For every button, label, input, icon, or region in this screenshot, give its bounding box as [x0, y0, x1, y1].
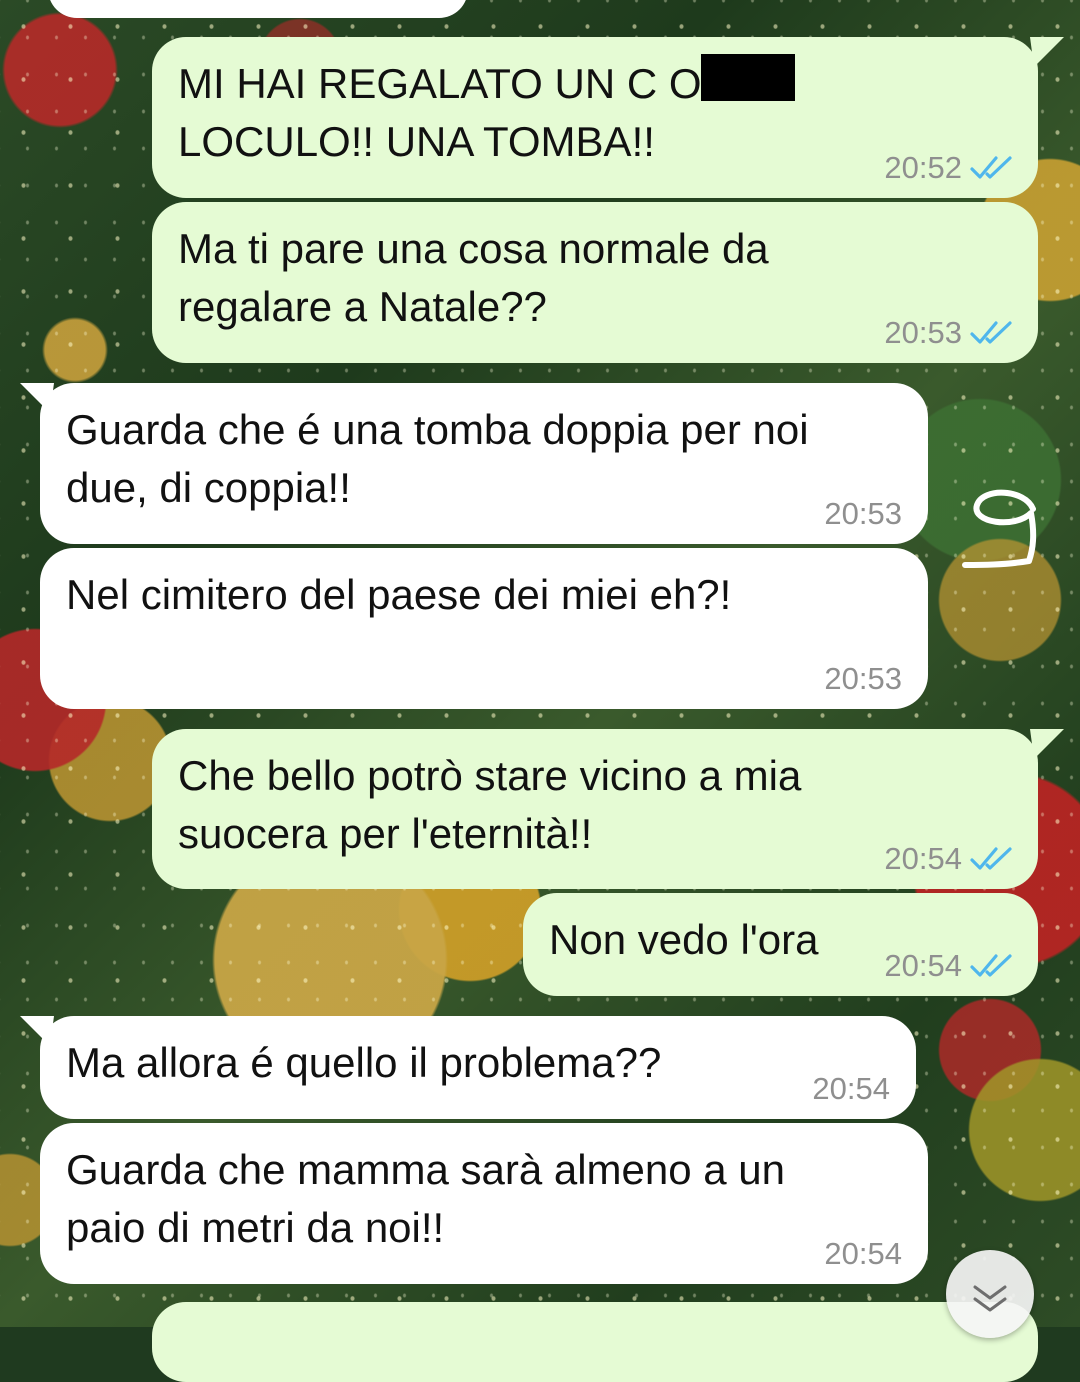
message-meta: 20:54	[812, 1071, 890, 1107]
message-time: 20:54	[884, 841, 962, 876]
partial-bubble-top	[48, 0, 468, 18]
double-chevron-down-icon	[973, 1285, 1007, 1312]
scroll-to-bottom-button[interactable]	[946, 1250, 1034, 1338]
message-bubble-outgoing[interactable]: Ma ti pare una cosa normale da regalare …	[152, 202, 1038, 363]
message-time: 20:52	[884, 150, 962, 185]
handwritten-g-doodle	[962, 489, 1037, 568]
message-time: 20:53	[884, 315, 962, 350]
double-check-read-icon	[970, 321, 1012, 344]
message-time: 20:54	[812, 1071, 890, 1106]
message-bubble-incoming[interactable]: Guarda che mamma sarà almeno a un paio d…	[40, 1123, 928, 1284]
message-text: Nel cimitero del paese dei miei eh?!	[66, 571, 732, 618]
message-bubble-incoming[interactable]: Ma allora é quello il problema?? 20:54	[40, 1016, 916, 1119]
message-time: 20:53	[824, 661, 902, 696]
message-meta: 20:54	[884, 841, 1014, 877]
partial-bubble-bottom	[152, 1302, 1038, 1382]
message-time: 20:54	[824, 1236, 902, 1271]
message-time: 20:54	[884, 948, 962, 983]
double-check-read-icon	[970, 954, 1012, 977]
message-text: Ma allora é quello il problema??	[66, 1039, 662, 1086]
message-time: 20:53	[824, 496, 902, 531]
message-meta: 20:53	[884, 315, 1014, 351]
double-check-read-icon	[970, 156, 1012, 179]
message-meta: 20:53	[824, 496, 902, 532]
message-bubble-incoming[interactable]: Guarda che é una tomba doppia per noi du…	[40, 383, 928, 544]
double-check-read-icon	[970, 847, 1012, 870]
message-text: Guarda che mamma sarà almeno a un paio d…	[66, 1146, 786, 1251]
censor-bar	[701, 54, 795, 101]
message-text: Guarda che é una tomba doppia per noi du…	[66, 406, 809, 511]
message-meta: 20:54	[884, 948, 1014, 984]
message-meta: 20:53	[824, 661, 902, 697]
message-meta: 20:52	[884, 150, 1014, 186]
message-bubble-outgoing[interactable]: Non vedo l'ora 20:54	[523, 893, 1038, 996]
message-bubble-outgoing[interactable]: Che bello potrò stare vicino a mia suoce…	[152, 729, 1038, 889]
message-bubble-outgoing[interactable]: MI HAI REGALATO UN C O DI LOCULO!! UNA T…	[152, 37, 1038, 198]
message-meta: 20:54	[824, 1236, 902, 1272]
message-bubble-incoming[interactable]: Nel cimitero del paese dei miei eh?! 20:…	[40, 548, 928, 709]
